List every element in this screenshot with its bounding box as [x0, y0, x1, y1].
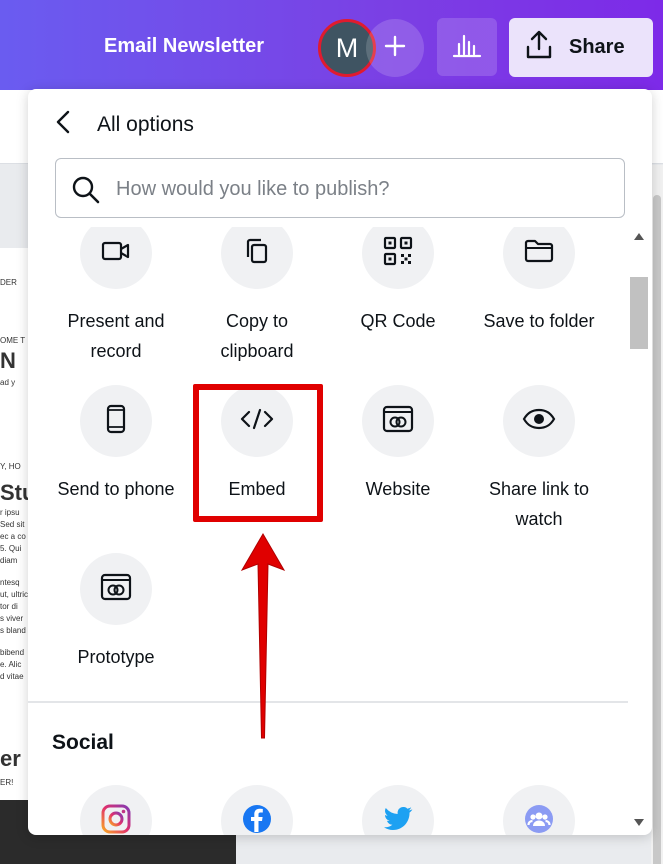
canvas-text-fragment: ER!: [0, 778, 14, 787]
plus-icon: [384, 31, 406, 65]
option-send-to-phone[interactable]: Send to phone: [46, 385, 186, 504]
upload-icon: [523, 29, 555, 67]
option-circle: [221, 227, 293, 289]
folder-icon: [524, 238, 554, 269]
canvas-text-fragment: ntesq: [0, 578, 20, 587]
top-bar: Email Newsletter M Share: [0, 0, 663, 90]
option-label: Copy to clipboard: [220, 311, 294, 361]
phone-icon: [106, 404, 126, 439]
group-icon: [524, 804, 554, 836]
option-save-to-folder[interactable]: Save to folder: [469, 227, 609, 336]
canvas-text-fragment: N: [0, 348, 16, 373]
page-scrollbar[interactable]: [651, 165, 663, 864]
canvas-text-fragment: bibend: [0, 648, 25, 657]
panel-scrollbar[interactable]: [628, 227, 652, 835]
video-camera-icon: [101, 239, 131, 268]
option-present-and-record[interactable]: Present and record: [46, 227, 186, 366]
panel-header: All options: [28, 89, 652, 157]
option-circle: [221, 785, 293, 835]
eye-icon: [522, 408, 556, 435]
option-circle: [503, 227, 575, 289]
option-circle: [503, 785, 575, 835]
search-box[interactable]: [55, 158, 625, 218]
search-icon: [71, 175, 101, 210]
canvas-text-fragment: r ipsu: [0, 508, 20, 517]
canvas-text-fragment: e. Alic: [0, 660, 22, 669]
bar-chart-icon: [452, 32, 482, 63]
page-scroll-thumb[interactable]: [653, 195, 661, 864]
option-circle: [362, 227, 434, 289]
canvas-text-fragment: Y, HO: [0, 462, 21, 471]
section-divider: [28, 701, 628, 703]
all-options-panel: All options Present and record Copy to c…: [28, 89, 652, 835]
option-circle: [362, 785, 434, 835]
option-circle: [362, 385, 434, 457]
facebook-icon: [242, 804, 272, 836]
prototype-icon: [100, 573, 132, 606]
social-facebook[interactable]: [187, 785, 327, 835]
option-website[interactable]: Website: [328, 385, 468, 504]
canvas-text-fragment: s bland: [0, 626, 26, 635]
twitter-icon: [383, 806, 413, 836]
option-label: Website: [365, 479, 431, 499]
embed-highlight-box: [193, 384, 323, 522]
canvas-text-fragment: ad y: [0, 378, 16, 387]
add-collaborator-button[interactable]: [366, 19, 424, 77]
share-label: Share: [569, 36, 625, 58]
option-circle: [80, 785, 152, 835]
instagram-icon: [101, 804, 131, 836]
canvas-text-fragment: tor di: [0, 602, 18, 611]
social-instagram[interactable]: [46, 785, 186, 835]
social-twitter[interactable]: [328, 785, 468, 835]
canvas-text-fragment: Stu: [0, 480, 30, 505]
canvas-text-fragment: ut, ultric: [0, 590, 29, 599]
option-circle: [80, 227, 152, 289]
option-circle: [503, 385, 575, 457]
search-input[interactable]: [116, 169, 606, 209]
canvas-text-fragment: er M: [0, 746, 30, 771]
canvas-text-fragment: diam: [0, 556, 18, 565]
insights-button[interactable]: [437, 18, 497, 76]
document-title[interactable]: Email Newsletter: [104, 35, 264, 58]
back-button[interactable]: [52, 110, 74, 139]
canvas-text-fragment: ec a co: [0, 532, 26, 541]
panel-title: All options: [97, 113, 194, 136]
copy-icon: [244, 237, 270, 270]
option-copy-to-clipboard[interactable]: Copy to clipboard: [187, 227, 327, 366]
chevron-left-icon: [56, 110, 70, 139]
options-list: Present and record Copy to clipboard QR …: [28, 227, 628, 835]
canvas-text-fragment: s viver: [0, 614, 24, 623]
red-arrow-icon: [238, 530, 288, 747]
option-label: Share link to watch: [488, 479, 590, 529]
social-section-title: Social: [52, 731, 114, 754]
option-label: Present and record: [67, 311, 165, 361]
option-label: Save to folder: [483, 311, 595, 331]
social-group[interactable]: [469, 785, 609, 835]
qr-code-icon: [383, 236, 413, 271]
option-label: Prototype: [77, 647, 155, 667]
website-icon: [382, 405, 414, 438]
panel-scroll-thumb[interactable]: [630, 277, 648, 349]
canvas-text-fragment: d vitae: [0, 672, 24, 681]
design-canvas[interactable]: DER OME T Nad y Y, HO Stu r ipsu Sed sit ec a c…: [0, 248, 30, 864]
option-prototype[interactable]: Prototype: [46, 553, 186, 672]
option-label: QR Code: [360, 311, 436, 331]
canvas-text-fragment: Sed sit: [0, 520, 25, 529]
option-label: Send to phone: [57, 479, 175, 499]
scroll-up-arrow-icon[interactable]: [634, 233, 644, 240]
canvas-text-fragment: 5. Qui: [0, 544, 22, 553]
option-circle: [80, 553, 152, 625]
option-circle: [80, 385, 152, 457]
option-qr-code[interactable]: QR Code: [328, 227, 468, 336]
share-button[interactable]: Share: [509, 18, 653, 77]
canvas-text-fragment: DER: [0, 278, 17, 287]
canvas-text-fragment: OME T: [0, 336, 26, 345]
scroll-down-arrow-icon[interactable]: [634, 819, 644, 826]
option-share-link-to-watch[interactable]: Share link to watch: [469, 385, 609, 534]
